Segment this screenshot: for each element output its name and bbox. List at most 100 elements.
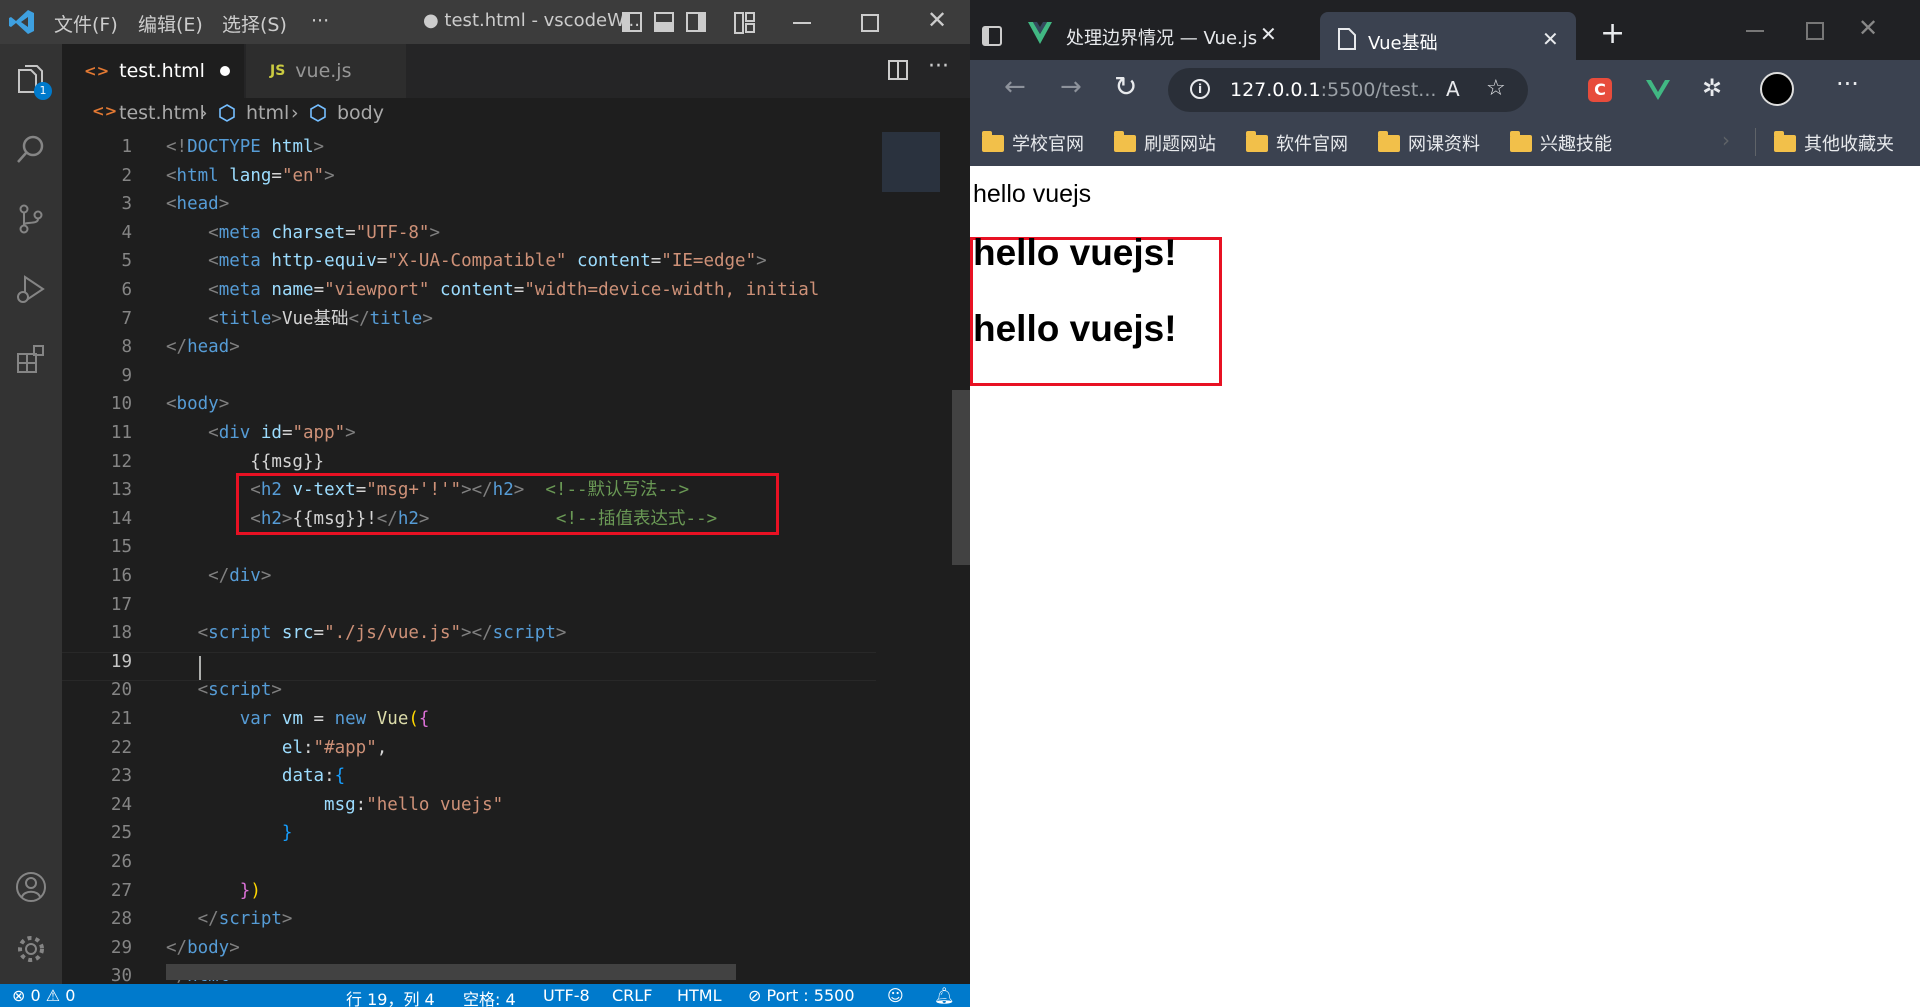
customize-layout-icon[interactable]: [734, 12, 756, 39]
browser-menu-icon[interactable]: ···: [1836, 70, 1859, 98]
address-bar[interactable]: i 127.0.0.1:5500/test... A ☆: [1168, 68, 1528, 112]
code-line[interactable]: </head>: [166, 333, 240, 362]
maximize-icon[interactable]: [861, 14, 879, 32]
vertical-scrollbar[interactable]: [952, 132, 970, 984]
other-bookmarks-folder[interactable]: 其他收藏夹: [1774, 130, 1894, 156]
cursor-position[interactable]: 行 19，列 4: [346, 986, 435, 1007]
toggle-panel-icon[interactable]: [654, 12, 674, 32]
browser-maximize-icon[interactable]: [1806, 22, 1824, 40]
bookmark-folder[interactable]: 兴趣技能: [1510, 130, 1612, 156]
menu-file[interactable]: 文件(F): [54, 10, 118, 37]
menu-more[interactable]: ···: [311, 10, 329, 32]
code-line[interactable]: <meta charset="UTF-8">: [166, 219, 440, 248]
breadcrumb-body[interactable]: body: [337, 102, 384, 124]
search-icon[interactable]: [8, 126, 54, 172]
refresh-icon[interactable]: ↻: [1114, 70, 1137, 103]
extension-c-icon[interactable]: C: [1588, 78, 1612, 102]
js-file-icon: JS: [270, 63, 286, 79]
code-line[interactable]: data:{: [166, 762, 345, 791]
line-number: 18: [110, 623, 132, 644]
more-actions-icon[interactable]: ···: [928, 54, 949, 79]
line-ending[interactable]: CRLF: [612, 986, 652, 1005]
site-info-icon[interactable]: i: [1190, 79, 1210, 99]
explorer-icon[interactable]: 1: [8, 56, 54, 102]
code-line[interactable]: <meta name="viewport" content="width=dev…: [166, 276, 819, 305]
code-line[interactable]: }: [166, 819, 293, 848]
feedback-icon[interactable]: ☺: [887, 986, 904, 1005]
code-line[interactable]: <body>: [166, 390, 229, 419]
encoding[interactable]: UTF-8: [543, 986, 590, 1005]
tab-vue-js[interactable]: JS vue.js: [246, 44, 406, 98]
code-line[interactable]: </script>: [166, 905, 293, 934]
chevron-right-icon[interactable]: ›: [1722, 128, 1730, 152]
minimap[interactable]: [876, 132, 946, 984]
problems-count[interactable]: ⊗ 0 ⚠ 0: [12, 986, 75, 1005]
activity-bar: 1: [0, 44, 62, 984]
accounts-icon[interactable]: [8, 864, 54, 910]
breadcrumb-html[interactable]: html: [246, 102, 289, 124]
code-line[interactable]: el:"#app",: [166, 734, 387, 763]
code-line[interactable]: {{msg}}: [166, 448, 324, 477]
toggle-sidebar-icon[interactable]: [622, 12, 642, 32]
code-line[interactable]: <meta http-equiv="X-UA-Compatible" conte…: [166, 247, 767, 276]
code-line[interactable]: <div id="app">: [166, 419, 356, 448]
highlight-box: [236, 473, 779, 535]
unsaved-dot-icon[interactable]: [220, 66, 230, 76]
extensions-puzzle-icon[interactable]: ✲: [1702, 74, 1722, 102]
source-control-icon[interactable]: [8, 196, 54, 242]
bookmark-folder[interactable]: 软件官网: [1246, 130, 1348, 156]
read-aloud-icon[interactable]: A: [1446, 77, 1460, 101]
code-line[interactable]: }): [166, 877, 261, 906]
menu-select[interactable]: 选择(S): [222, 10, 287, 37]
html-file-icon: <>: [84, 62, 110, 80]
code-line[interactable]: <html lang="en">: [166, 162, 335, 191]
back-arrow-icon[interactable]: ←: [1004, 72, 1026, 102]
tab-actions-icon[interactable]: [982, 26, 1002, 46]
code-line[interactable]: msg:"hello vuejs": [166, 791, 503, 820]
line-number: 6: [121, 280, 132, 300]
run-debug-icon[interactable]: [8, 266, 54, 312]
html-file-icon: <>: [92, 102, 118, 120]
code-line[interactable]: <script src="./js/vue.js"></script>: [166, 619, 567, 648]
code-line[interactable]: [166, 648, 198, 677]
code-line[interactable]: <!DOCTYPE html>: [166, 133, 324, 162]
browser-tab-vue-docs[interactable]: 处理边界情况 — Vue.js ✕: [1028, 12, 1288, 60]
page-heading-v-text: hello vuejs!: [973, 232, 1177, 273]
favorite-star-icon[interactable]: ☆: [1486, 76, 1506, 101]
indentation[interactable]: 空格: 4: [463, 986, 516, 1007]
tab-test-html[interactable]: <> test.html: [62, 44, 244, 98]
code-editor[interactable]: 1 2 3 4 5 6 7 8 9 10 11 12 13 14 15 16 17 18 19 20 21 22 23 24 2…: [62, 132, 970, 986]
language-mode[interactable]: HTML: [677, 986, 722, 1005]
new-tab-icon[interactable]: +: [1600, 16, 1625, 51]
minimize-icon[interactable]: [793, 22, 811, 24]
tab-label: test.html: [119, 60, 205, 82]
code-line[interactable]: <title>Vue基础</title>: [166, 305, 433, 334]
browser-minimize-icon[interactable]: [1746, 30, 1764, 32]
bookmark-folder[interactable]: 网课资料: [1378, 130, 1480, 156]
extensions-icon[interactable]: [8, 336, 54, 382]
split-editor-icon[interactable]: [888, 60, 908, 80]
vue-devtools-icon[interactable]: [1646, 80, 1670, 104]
profile-avatar[interactable]: [1760, 72, 1794, 106]
bookmark-folder[interactable]: 学校官网: [982, 130, 1084, 156]
code-line[interactable]: </div>: [166, 562, 271, 591]
code-line[interactable]: var vm = new Vue({: [166, 705, 430, 734]
horizontal-scrollbar[interactable]: [166, 964, 736, 980]
live-server-port[interactable]: ⊘ Port : 5500: [748, 986, 855, 1005]
toggle-secondary-sidebar-icon[interactable]: [686, 12, 706, 32]
notifications-bell-icon[interactable]: 🔔︎: [934, 986, 954, 1005]
breadcrumb-file[interactable]: test.html: [119, 102, 205, 124]
bookmark-folder[interactable]: 刷题网站: [1114, 130, 1216, 156]
close-tab-icon[interactable]: ✕: [1260, 22, 1277, 46]
forward-arrow-icon[interactable]: →: [1060, 72, 1082, 102]
code-line[interactable]: <script>: [166, 676, 282, 705]
code-line[interactable]: </body>: [166, 934, 240, 963]
close-icon[interactable]: ✕: [927, 6, 947, 34]
line-number: 3: [121, 194, 132, 215]
browser-close-icon[interactable]: ✕: [1858, 14, 1878, 42]
settings-gear-icon[interactable]: [8, 926, 54, 972]
menu-edit[interactable]: 编辑(E): [138, 10, 203, 37]
code-line[interactable]: <head>: [166, 190, 229, 219]
bookmarks-bar: 学校官网 刷题网站 软件官网 网课资料 兴趣技能 › 其他收藏夹: [970, 118, 1920, 166]
close-tab-icon[interactable]: ✕: [1542, 27, 1559, 51]
